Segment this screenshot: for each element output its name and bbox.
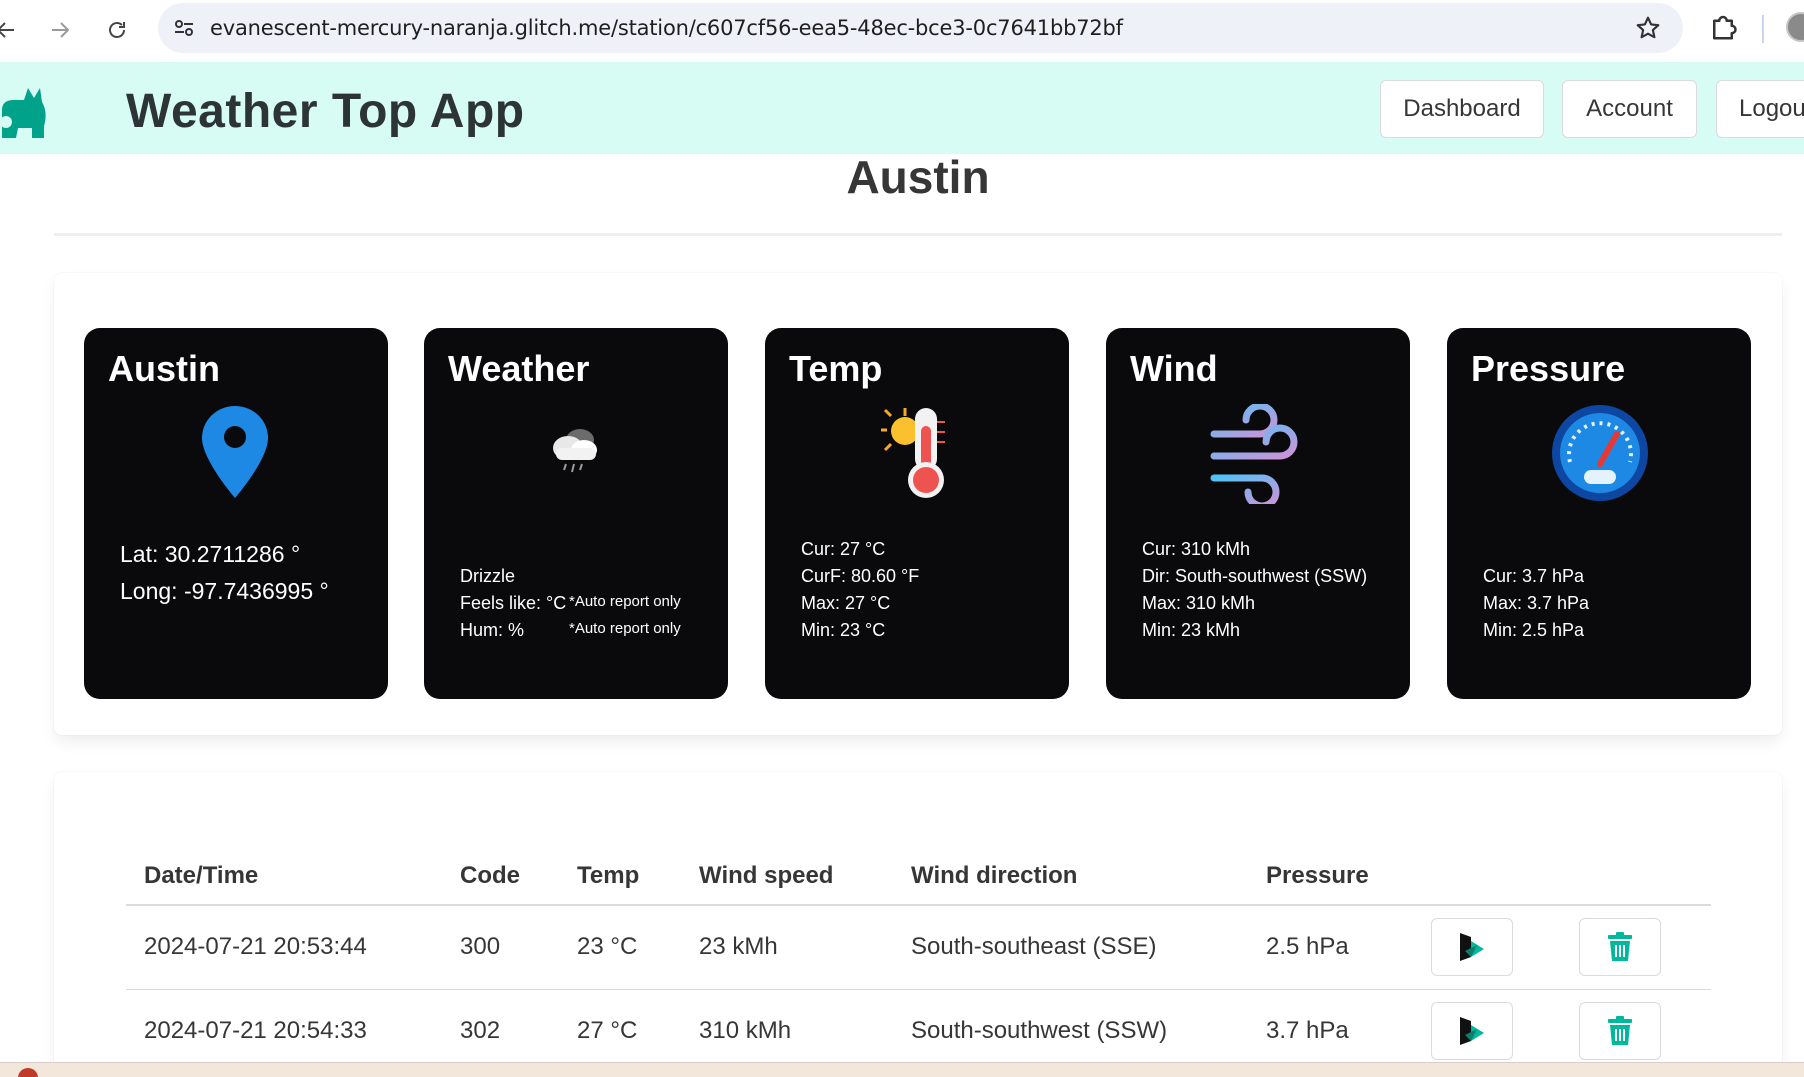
edit-icon	[1460, 933, 1484, 962]
max-pressure: Max: 3.7 hPa	[1483, 593, 1590, 613]
edit-cell	[1413, 905, 1561, 990]
feels-like: Feels like: °C	[460, 593, 567, 613]
extensions-puzzle-icon[interactable]	[1708, 12, 1738, 42]
thermometer-sun-icon	[881, 408, 945, 498]
page-title: Austin	[846, 151, 990, 203]
edit-cell	[1413, 989, 1561, 1074]
edit-reading-button[interactable]	[1431, 1002, 1513, 1060]
max-temp: Max: 27 °C	[801, 593, 891, 613]
card-title: Temp	[789, 348, 883, 389]
latitude: Lat: 30.2711286 °	[120, 541, 301, 567]
delete-reading-button[interactable]	[1579, 918, 1661, 977]
divider	[54, 233, 1782, 236]
column-header: Wind direction	[893, 848, 1248, 906]
column-header: Date/Time	[126, 848, 442, 906]
site-settings-icon[interactable]	[172, 16, 196, 40]
drizzle-cloud-icon	[553, 429, 597, 473]
delete-cell	[1561, 905, 1711, 990]
cell-pressure: 3.7 hPa	[1248, 989, 1413, 1074]
cell-temp: 27 °C	[559, 989, 681, 1074]
card-title: Weather	[448, 348, 590, 389]
wind-details: Cur: 310 kMh Dir: South-southwest (SSW) …	[1142, 536, 1367, 644]
address-bar[interactable]: evanescent-mercury-naranja.glitch.me/sta…	[158, 3, 1683, 53]
table-row: 2024-07-21 20:54:33 302 27 °C 310 kMh So…	[126, 989, 1711, 1074]
column-header: Pressure	[1248, 848, 1413, 906]
temp-details: Cur: 27 °C CurF: 80.60 °F Max: 27 °C Min…	[801, 536, 919, 644]
min-temp: Min: 23 °C	[801, 620, 886, 640]
edit-icon	[1460, 1017, 1484, 1045]
current-pressure: Cur: 3.7 hPa	[1483, 566, 1585, 586]
readings-table: Date/Time Code Temp Wind speed Wind dire…	[126, 848, 1711, 1074]
cell-code: 302	[442, 989, 559, 1074]
current-temp: Cur: 27 °C	[801, 539, 886, 559]
cell-wind-direction: South-southwest (SSW)	[893, 989, 1248, 1074]
dashboard-button[interactable]: Dashboard	[1380, 80, 1544, 138]
cell-wind-speed: 23 kMh	[681, 905, 893, 990]
card-title: Pressure	[1471, 348, 1626, 389]
pressure-card: Pressure Cur: 3.7 hPa Max: 3.7 hPa Min: …	[1447, 328, 1751, 699]
bookmark-star-icon[interactable]	[1635, 15, 1661, 41]
forward-arrow-icon[interactable]	[40, 10, 80, 50]
pressure-details: Cur: 3.7 hPa Max: 3.7 hPa Min: 2.5 hPa	[1483, 563, 1589, 644]
back-arrow-icon[interactable]	[0, 10, 26, 50]
delete-cell	[1561, 989, 1711, 1074]
max-wind: Max: 310 kMh	[1142, 593, 1256, 613]
table-header-row: Date/Time Code Temp Wind speed Wind dire…	[126, 848, 1711, 906]
card-title: Austin	[108, 348, 220, 389]
app-title[interactable]: Weather Top App	[126, 84, 525, 139]
cell-code: 300	[442, 905, 559, 990]
temp-card: Temp Cur: 27 °C CurF: 80.60 °F Max: 27 °…	[765, 328, 1069, 699]
edit-reading-button[interactable]	[1431, 918, 1513, 977]
cell-wind-speed: 310 kMh	[681, 989, 893, 1074]
column-header: Code	[442, 848, 559, 906]
min-pressure: Min: 2.5 hPa	[1483, 620, 1585, 640]
delete-column-header	[1561, 848, 1711, 906]
weather-card: Weather Drizzle Feels like: °C Hum: % *A…	[424, 328, 728, 699]
wind-direction: Dir: South-southwest (SSW)	[1142, 566, 1368, 586]
auto-report-note: *Auto report only	[569, 593, 681, 610]
reload-icon[interactable]	[97, 10, 137, 50]
url-text[interactable]: evanescent-mercury-naranja.glitch.me/sta…	[210, 3, 1123, 53]
cell-datetime: 2024-07-21 20:53:44	[126, 905, 442, 990]
toolbar-divider	[1762, 15, 1764, 43]
wind-card: Wind Cur: 310 kMh Dir: South-southwest (…	[1106, 328, 1410, 699]
table-row: 2024-07-21 20:53:44 300 23 °C 23 kMh Sou…	[126, 905, 1711, 990]
edit-column-header	[1413, 848, 1561, 906]
cat-logo-icon[interactable]	[0, 82, 52, 140]
auto-report-note: *Auto report only	[569, 620, 681, 637]
app-navbar: Weather Top App Dashboard Account Logou	[0, 62, 1804, 154]
coordinates: Lat: 30.2711286 ° Long: -97.7436995 °	[120, 536, 329, 610]
gauge-icon	[1552, 405, 1648, 501]
current-wind: Cur: 310 kMh	[1142, 539, 1251, 559]
cell-wind-direction: South-southeast (SSE)	[893, 905, 1248, 990]
min-wind: Min: 23 kMh	[1142, 620, 1241, 640]
wind-icon	[1210, 404, 1298, 504]
cell-datetime: 2024-07-21 20:54:33	[126, 989, 442, 1074]
cell-pressure: 2.5 hPa	[1248, 905, 1413, 990]
column-header: Wind speed	[681, 848, 893, 906]
longitude: Long: -97.7436995 °	[120, 578, 329, 604]
humidity: Hum: %	[460, 620, 525, 640]
delete-reading-button[interactable]	[1579, 1002, 1661, 1060]
card-title: Wind	[1130, 348, 1218, 389]
condition: Drizzle	[460, 566, 516, 586]
weather-details: Drizzle Feels like: °C Hum: %	[460, 563, 566, 644]
trash-icon	[1608, 1016, 1632, 1045]
location-card: Austin Lat: 30.2711286 ° Long: -97.74369…	[84, 328, 388, 699]
taskbar-strip	[0, 1062, 1804, 1077]
current-temp-f: CurF: 80.60 °F	[801, 566, 920, 586]
logout-button[interactable]: Logou	[1716, 80, 1804, 138]
column-header: Temp	[559, 848, 681, 906]
profile-avatar[interactable]	[1786, 12, 1804, 42]
browser-toolbar: evanescent-mercury-naranja.glitch.me/sta…	[0, 0, 1804, 62]
trash-icon	[1608, 932, 1632, 962]
account-button[interactable]: Account	[1562, 80, 1697, 138]
cell-temp: 23 °C	[559, 905, 681, 990]
map-pin-icon	[202, 406, 268, 498]
